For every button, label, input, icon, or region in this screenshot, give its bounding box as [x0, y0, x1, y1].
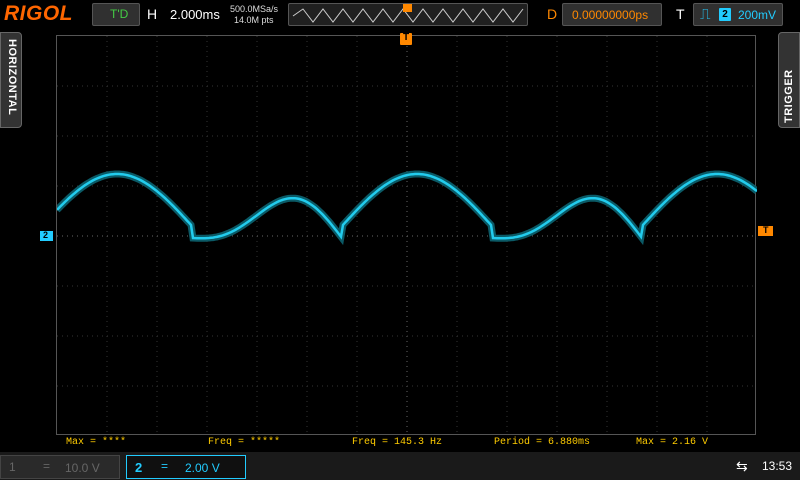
channel1-box[interactable]: 1 = 10.0 V: [0, 455, 120, 479]
dc-coupling-icon: =: [161, 459, 169, 473]
trigger-position-label: T: [403, 32, 410, 43]
channel2-ground-marker[interactable]: 2: [40, 230, 53, 241]
trigger-level-label: T: [763, 225, 769, 235]
horizontal-tab[interactable]: HORIZONTAL: [0, 32, 22, 128]
timebase-value[interactable]: 2.000ms: [170, 7, 220, 22]
delay-label: D: [547, 6, 558, 22]
memory-depth: 14.0M pts: [234, 15, 274, 25]
usb-icon: ⇆: [736, 458, 748, 474]
rising-edge-icon: ⎍: [700, 6, 711, 23]
top-status-bar: RIGOL T'D H 2.000ms 500.0MSa/s 14.0M pts…: [0, 0, 800, 30]
channel2-box[interactable]: 2 = 2.00 V: [126, 455, 246, 479]
delay-value[interactable]: 0.00000000ps: [572, 8, 648, 22]
sample-rate: 500.0MSa/s: [230, 4, 279, 14]
trigger-tab-label: TRIGGER: [783, 69, 795, 123]
trigger-position-marker[interactable]: T: [400, 32, 412, 45]
channel2-number: 2: [135, 460, 143, 475]
run-status-box[interactable]: T'D: [92, 3, 140, 26]
memory-waveform-preview: [292, 4, 524, 23]
dc-coupling-icon: =: [43, 459, 51, 473]
waveform-display[interactable]: [56, 35, 757, 436]
measurement-freq-ch1: Freq = *****: [208, 437, 281, 448]
memory-trigger-marker: [403, 4, 412, 12]
graticule: [57, 36, 757, 436]
channel1-number: 1: [9, 460, 16, 474]
channel2-scale: 2.00 V: [185, 461, 220, 475]
channel2-ground-label: 2: [43, 230, 49, 240]
rigol-logo: RIGOL: [4, 2, 73, 25]
trigger-level-marker[interactable]: T: [758, 225, 773, 236]
measurement-freq-ch2: Freq = 145.3 Hz: [352, 437, 443, 448]
trigger-source-badge: 2: [719, 8, 731, 21]
trigger-tab[interactable]: TRIGGER: [778, 32, 800, 128]
measurement-period-ch2: Period = 6.880ms: [494, 437, 591, 448]
memory-overview[interactable]: [288, 3, 528, 26]
measurement-max-ch2: Max = 2.16 V: [636, 437, 709, 448]
trigger-level[interactable]: 200mV: [738, 8, 776, 22]
measurement-max-ch1: Max = ****: [66, 437, 127, 448]
channel1-scale: 10.0 V: [65, 461, 100, 475]
horizontal-tab-label: HORIZONTAL: [6, 39, 18, 116]
channel-status-bar: 1 = 10.0 V 2 = 2.00 V ⇆ 13:53: [0, 452, 800, 480]
clock: 13:53: [762, 459, 793, 473]
run-status: T'D: [110, 7, 129, 21]
trigger-label: T: [676, 6, 685, 22]
horizontal-label: H: [147, 6, 158, 22]
